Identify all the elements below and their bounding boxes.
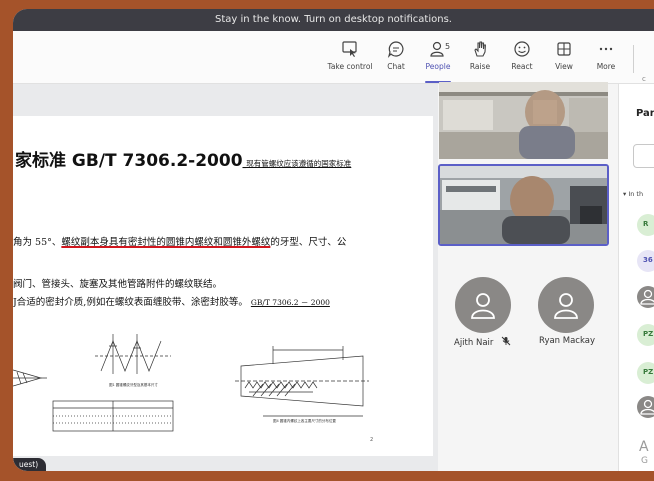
chat-button[interactable]: Chat bbox=[373, 36, 419, 80]
participants-panel: Par ▾ In th R 36 PZ PZ A G bbox=[618, 84, 654, 471]
toolbar-cut-text: c bbox=[642, 75, 646, 83]
page-number: 2 bbox=[370, 437, 374, 443]
mic-muted-icon bbox=[501, 336, 511, 346]
person-icon bbox=[640, 289, 654, 305]
participant-video-1[interactable] bbox=[439, 82, 608, 159]
person-icon bbox=[471, 293, 495, 319]
panel-avatar-3[interactable] bbox=[637, 286, 654, 308]
more-label: More bbox=[596, 62, 616, 71]
shared-document: 家标准 GB/T 7306.2-2000_现有管螺纹应该遵循的国家标准 角为 5… bbox=[13, 116, 433, 456]
document-title-text: 家标准 GB/T 7306.2-2000 bbox=[15, 151, 243, 171]
participant-name-ajith: Ajith Nair bbox=[454, 336, 511, 348]
raise-hand-button[interactable]: Raise bbox=[457, 36, 503, 80]
line3-reference: GB/T 7306.2 － 2000 bbox=[250, 298, 330, 307]
panel-title: Par bbox=[636, 108, 654, 119]
participant-name-ryan: Ryan Mackay bbox=[539, 336, 595, 346]
take-control-button[interactable]: Take control bbox=[327, 36, 373, 80]
raise-label: Raise bbox=[469, 62, 491, 71]
people-label: People bbox=[425, 62, 451, 71]
more-button[interactable]: More bbox=[583, 36, 629, 80]
document-title-note: _现有管螺纹应该遵循的国家标准 bbox=[242, 159, 352, 168]
panel-cut-text-large: A bbox=[639, 439, 649, 455]
line1-post: 的牙型、尺寸、公 bbox=[270, 237, 347, 248]
panel-avatar-5[interactable]: PZ bbox=[637, 362, 654, 384]
ajith-nair-avatar[interactable] bbox=[455, 277, 511, 333]
meeting-toolbar: Take control Chat 5 People Raise React V… bbox=[13, 31, 654, 84]
react-button[interactable]: React bbox=[499, 36, 545, 80]
chat-icon bbox=[387, 41, 404, 58]
people-count: 5 bbox=[445, 42, 451, 51]
take-control-label: Take control bbox=[327, 62, 373, 71]
people-button[interactable]: 5 People bbox=[415, 36, 461, 83]
toolbar-divider bbox=[633, 45, 634, 73]
panel-avatar-4[interactable]: PZ bbox=[637, 324, 654, 346]
panel-avatar-2-initials: 36 bbox=[643, 256, 653, 264]
view-button[interactable]: View bbox=[541, 36, 587, 80]
document-title: 家标准 GB/T 7306.2-2000_现有管螺纹应该遵循的国家标准 bbox=[15, 146, 351, 171]
chat-label: Chat bbox=[387, 62, 405, 71]
view-label: View bbox=[555, 62, 573, 71]
svg-text:图4 圆锥内螺纹上各主要尺寸的分布位置: 图4 圆锥内螺纹上各主要尺寸的分布位置 bbox=[273, 418, 336, 423]
participant-name-ajith-text: Ajith Nair bbox=[454, 338, 494, 348]
document-line-2: 阀门、管接头、旋塞及其他管路附件的螺纹联结。 bbox=[13, 279, 223, 290]
thread-diagrams: 图1 圆锥螺纹牙型及其基本尺寸 图4 圆锥内螺纹上各主要尺寸的分布位置 bbox=[13, 334, 369, 432]
grid-view-icon bbox=[557, 42, 571, 56]
panel-avatar-5-initials: PZ bbox=[643, 368, 654, 376]
teams-meeting-window: Stay in the know. Turn on desktop notifi… bbox=[13, 9, 654, 471]
raise-hand-icon bbox=[474, 41, 486, 57]
line1-highlight: 螺纹副本身具有密封性的圆锥内螺纹和圆锥外螺纹 bbox=[61, 237, 271, 248]
participant-video-2-active-speaker[interactable] bbox=[438, 164, 609, 246]
more-icon bbox=[599, 47, 613, 51]
panel-avatar-1[interactable]: R bbox=[637, 214, 654, 236]
document-line-3: J合适的密封介质,例如在螺纹表面缠胶带、涂密封胶等。 GB/T 7306.2 －… bbox=[13, 294, 330, 308]
panel-avatar-1-initials: R bbox=[643, 220, 649, 228]
guest-label: uest) bbox=[13, 458, 47, 471]
panel-section-header[interactable]: ▾ In th bbox=[623, 190, 643, 198]
smiley-icon bbox=[514, 41, 530, 57]
panel-avatar-6[interactable] bbox=[637, 396, 654, 418]
take-control-icon bbox=[342, 41, 357, 57]
window-frame: Stay in the know. Turn on desktop notifi… bbox=[0, 0, 654, 481]
person-icon bbox=[640, 399, 654, 415]
ryan-mackay-avatar[interactable] bbox=[538, 277, 594, 333]
panel-search-input[interactable] bbox=[633, 144, 654, 168]
panel-cut-text-small: G bbox=[641, 456, 648, 466]
shared-screen-area: 家标准 GB/T 7306.2-2000_现有管螺纹应该遵循的国家标准 角为 5… bbox=[13, 84, 438, 471]
svg-text:图1 圆锥螺纹牙型及其基本尺寸: 图1 圆锥螺纹牙型及其基本尺寸 bbox=[109, 382, 158, 387]
line3-text: J合适的密封介质,例如在螺纹表面缠胶带、涂密封胶等。 bbox=[13, 297, 248, 308]
video-feed-1 bbox=[439, 82, 608, 159]
panel-avatar-4-initials: PZ bbox=[643, 330, 654, 338]
react-label: React bbox=[511, 62, 533, 71]
notification-banner[interactable]: Stay in the know. Turn on desktop notifi… bbox=[13, 9, 654, 31]
panel-avatar-2[interactable]: 36 bbox=[637, 250, 654, 272]
line1-pre: 角为 55°、 bbox=[13, 237, 62, 248]
video-feed-2 bbox=[440, 166, 607, 244]
document-line-1: 角为 55°、螺纹副本身具有密封性的圆锥内螺纹和圆锥外螺纹的牙型、尺寸、公 bbox=[13, 234, 346, 248]
notification-text: Stay in the know. Turn on desktop notifi… bbox=[215, 14, 452, 25]
person-icon bbox=[554, 293, 578, 319]
